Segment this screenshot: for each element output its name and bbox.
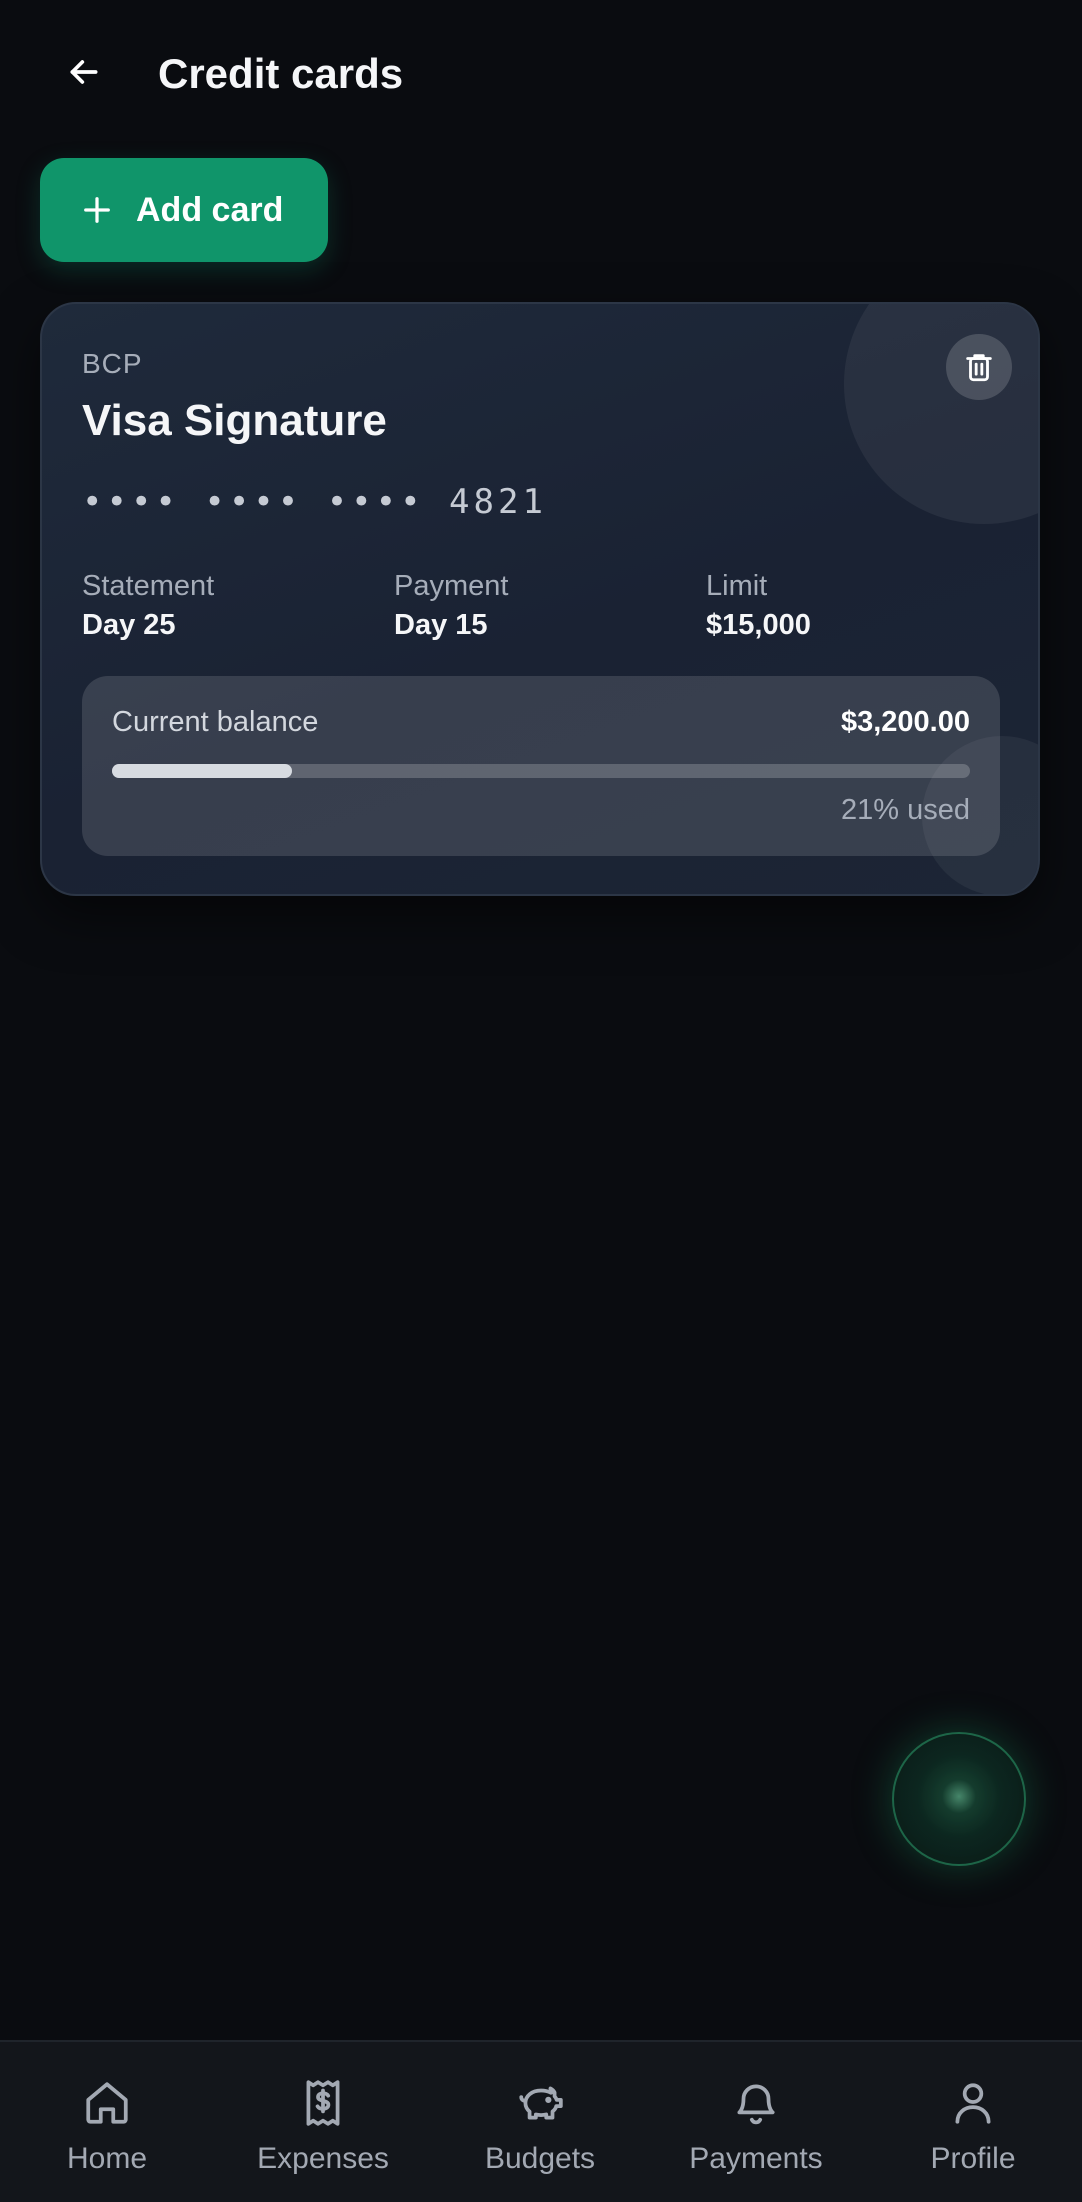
limit-label: Limit <box>706 570 768 602</box>
home-icon <box>86 2082 128 2124</box>
usage-progress-bar <box>112 764 970 778</box>
nav-item-payments[interactable]: Payments <box>666 2078 846 2176</box>
card-bank: BCP <box>82 348 143 379</box>
statement-info: Statement Day 25 <box>82 570 382 642</box>
receipt-icon <box>306 2080 340 2126</box>
piggy-bank-icon <box>519 2086 563 2120</box>
credit-card[interactable]: BCP Visa Signature •••• •••• •••• 4821 S… <box>40 302 1040 896</box>
bottom-navigation: Home Expenses Budgets Payments Profile <box>0 2040 1082 2202</box>
nav-item-budgets[interactable]: Budgets <box>450 2078 630 2176</box>
nav-label-budgets: Budgets <box>484 2142 596 2175</box>
add-card-label: Add card <box>136 190 284 229</box>
balance-value: $3,200.00 <box>840 706 970 738</box>
nav-item-profile[interactable]: Profile <box>883 2078 1063 2176</box>
limit-value: $15,000 <box>706 609 811 641</box>
page-title: Credit cards <box>158 50 404 97</box>
usage-progress-fill <box>112 764 293 778</box>
assistant-fab-button[interactable] <box>892 1732 1026 1866</box>
nav-label-expenses: Expenses <box>257 2142 389 2175</box>
card-number: •••• •••• •••• 4821 <box>82 482 547 522</box>
arrow-left-icon <box>70 60 98 84</box>
usage-text: 21% used <box>841 794 970 826</box>
app-header: Credit cards <box>0 0 1082 150</box>
balance-panel: Current balance $3,200.00 21% used <box>82 676 1000 856</box>
card-name: Visa Signature <box>82 396 387 445</box>
statement-value: Day 25 <box>82 609 176 641</box>
plus-icon <box>84 197 110 223</box>
payment-value: Day 15 <box>394 609 488 641</box>
payment-label: Payment <box>394 570 509 602</box>
add-card-button[interactable]: Add card <box>40 158 328 262</box>
card-decoration-circle <box>844 304 1038 524</box>
delete-card-button[interactable] <box>946 334 1012 400</box>
nav-label-profile: Profile <box>930 2142 1016 2175</box>
statement-label: Statement <box>82 570 215 602</box>
trash-icon <box>966 354 992 382</box>
bell-icon <box>737 2084 775 2125</box>
nav-label-home: Home <box>66 2142 148 2175</box>
nav-label-payments: Payments <box>689 2142 823 2175</box>
back-button[interactable] <box>56 44 112 100</box>
limit-info: Limit $15,000 <box>706 570 1006 642</box>
balance-label: Current balance <box>112 706 319 738</box>
nav-item-expenses[interactable]: Expenses <box>233 2078 413 2176</box>
payment-info: Payment Day 15 <box>394 570 694 642</box>
nav-item-home[interactable]: Home <box>17 2078 197 2176</box>
user-icon <box>955 2083 991 2124</box>
